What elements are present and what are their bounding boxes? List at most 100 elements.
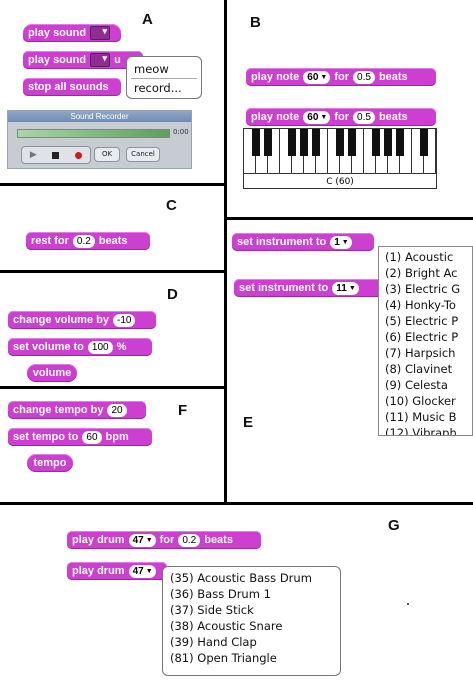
beats-input[interactable]: 0.2 [72, 234, 95, 248]
drum-dropdown[interactable]: 47 ▼ [128, 533, 156, 547]
block-label: change tempo by [13, 404, 104, 416]
volume-reporter[interactable]: volume [27, 364, 77, 382]
instrument-option[interactable]: (4) Honky-To [379, 297, 472, 313]
drum-option[interactable]: (38) Acoustic Snare [163, 618, 340, 634]
instrument-dropdown[interactable]: 11 ▼ [332, 281, 359, 295]
panel-label-d: D [167, 286, 178, 303]
sound-dropdown[interactable] [90, 53, 111, 67]
instrument-option[interactable]: (11) Music B [379, 409, 472, 425]
panel-label-f: F [178, 402, 188, 419]
menu-item-meow[interactable]: meow [127, 61, 201, 77]
set-instrument-block[interactable]: set instrument to 1 ▼ [232, 233, 374, 251]
block-label-beats: beats [378, 71, 408, 83]
piano-black-key[interactable] [396, 129, 404, 156]
tempo-reporter[interactable]: tempo [27, 454, 73, 472]
ok-button[interactable]: OK [94, 147, 120, 162]
reporter-label: volume [32, 367, 72, 379]
instrument-option[interactable]: (7) Harpsich [379, 345, 472, 361]
tempo-set-input[interactable]: 60 [82, 430, 102, 444]
instrument-option[interactable]: (2) Bright Ac [379, 265, 472, 281]
piano-black-key[interactable] [420, 129, 428, 156]
selected-note-label: C (60) [244, 173, 436, 190]
instrument-menu: (1) Acoustic (2) Bright Ac (3) Electric G(… [378, 246, 473, 436]
divider-bottom [0, 502, 473, 505]
play-note-block[interactable]: play note 60 ▼ for 0.5 beats [246, 68, 436, 86]
play-note-block-keyboard[interactable]: play note 60 ▼ for 0.5 beats [246, 108, 436, 126]
change-tempo-block[interactable]: change tempo by 20 [8, 401, 146, 419]
transport-controls: ▶ [21, 146, 91, 164]
play-sound-block[interactable]: play sound [23, 24, 121, 42]
beats-input[interactable]: 0.5 [353, 110, 375, 124]
piano-black-key[interactable] [252, 129, 260, 156]
beats-input[interactable]: 0.5 [353, 70, 375, 84]
stop-all-sounds-block[interactable]: stop all sounds [23, 78, 121, 96]
block-label: play drum [72, 534, 125, 546]
instrument-option[interactable]: (9) Celesta [379, 377, 472, 393]
cancel-button[interactable]: Cancel [126, 147, 160, 162]
piano-keyboard[interactable]: C (60) [243, 128, 437, 189]
instrument-option[interactable]: (8) Clavinet [379, 361, 472, 377]
drum-option[interactable]: (39) Hand Clap [163, 634, 340, 650]
chevron-down-icon: ▼ [320, 73, 328, 81]
beats-input[interactable]: 0.2 [178, 533, 201, 547]
rest-for-block[interactable]: rest for 0.2 beats [26, 232, 150, 250]
volume-change-input[interactable]: -10 [112, 313, 136, 327]
instrument-option[interactable]: (12) Vibraph [379, 425, 472, 435]
piano-black-key[interactable] [288, 129, 296, 156]
instrument-option[interactable]: (3) Electric G [379, 281, 472, 297]
piano-black-key[interactable] [384, 129, 392, 156]
drum-dropdown[interactable]: 47 ▼ [128, 564, 156, 578]
note-dropdown[interactable]: 60 ▼ [303, 110, 331, 124]
play-drum-block-open[interactable]: play drum 47 ▼ [67, 562, 167, 580]
piano-black-key[interactable] [372, 129, 380, 156]
sound-dropdown[interactable] [90, 26, 111, 40]
record-icon[interactable] [75, 151, 83, 159]
reporter-label: tempo [33, 457, 67, 469]
block-label: rest for [31, 235, 69, 247]
change-volume-block[interactable]: change volume by -10 [8, 311, 156, 329]
volume-set-input[interactable]: 100 [87, 340, 113, 354]
instrument-dropdown[interactable]: 1 ▼ [330, 235, 352, 249]
block-label: play sound [28, 27, 87, 39]
block-label-for: for [159, 534, 175, 546]
note-value: 60 [307, 111, 319, 123]
note-dropdown[interactable]: 60 ▼ [303, 70, 331, 84]
level-meter [17, 129, 170, 138]
instrument-option[interactable]: (5) Electric P [379, 313, 472, 329]
instrument-option[interactable]: (10) Glocker [379, 393, 472, 409]
drum-option[interactable]: (37) Side Stick [163, 602, 340, 618]
tempo-change-input[interactable]: 20 [107, 403, 127, 417]
set-volume-block[interactable]: set volume to 100 % [8, 338, 152, 356]
divider-vertical-top [224, 0, 227, 503]
drum-value: 47 [132, 565, 144, 577]
instrument-option[interactable]: (6) Electric P [379, 329, 472, 345]
drum-option[interactable]: (81) Open Triangle [163, 650, 340, 666]
piano-black-key[interactable] [264, 129, 272, 156]
piano-black-key[interactable] [300, 129, 308, 156]
play-icon[interactable]: ▶ [30, 150, 37, 160]
bpm-label: bpm [105, 431, 129, 443]
instrument-option[interactable]: (1) Acoustic [379, 249, 472, 265]
divider-a-c [0, 183, 224, 186]
menu-item-record[interactable]: record... [127, 80, 201, 96]
divider-d-f [0, 386, 224, 389]
play-drum-block[interactable]: play drum 47 ▼ for 0.2 beats [67, 531, 261, 549]
drum-option[interactable]: (35) Acoustic Bass Drum [163, 570, 340, 586]
block-label: set volume to [13, 341, 84, 353]
block-label: set instrument to [239, 282, 329, 294]
stop-icon[interactable] [52, 151, 60, 159]
set-instrument-block-open[interactable]: set instrument to 11 ▼ [234, 279, 384, 297]
block-label-beats: beats [204, 534, 233, 546]
play-sound-until-done-block[interactable]: play sound u [23, 51, 143, 69]
panel-label-c: C [166, 197, 177, 214]
note-value: 60 [307, 71, 319, 83]
set-tempo-block[interactable]: set tempo to 60 bpm [8, 428, 152, 446]
piano-black-key[interactable] [312, 129, 320, 156]
piano-black-key[interactable] [348, 129, 356, 156]
piano-black-key[interactable] [336, 129, 344, 156]
drum-option[interactable]: (36) Bass Drum 1 [163, 586, 340, 602]
sound-menu: meow record... [126, 56, 202, 99]
instrument-value: 11 [336, 282, 347, 294]
block-label: play note [251, 111, 300, 123]
panel-label-g: G [388, 517, 400, 534]
